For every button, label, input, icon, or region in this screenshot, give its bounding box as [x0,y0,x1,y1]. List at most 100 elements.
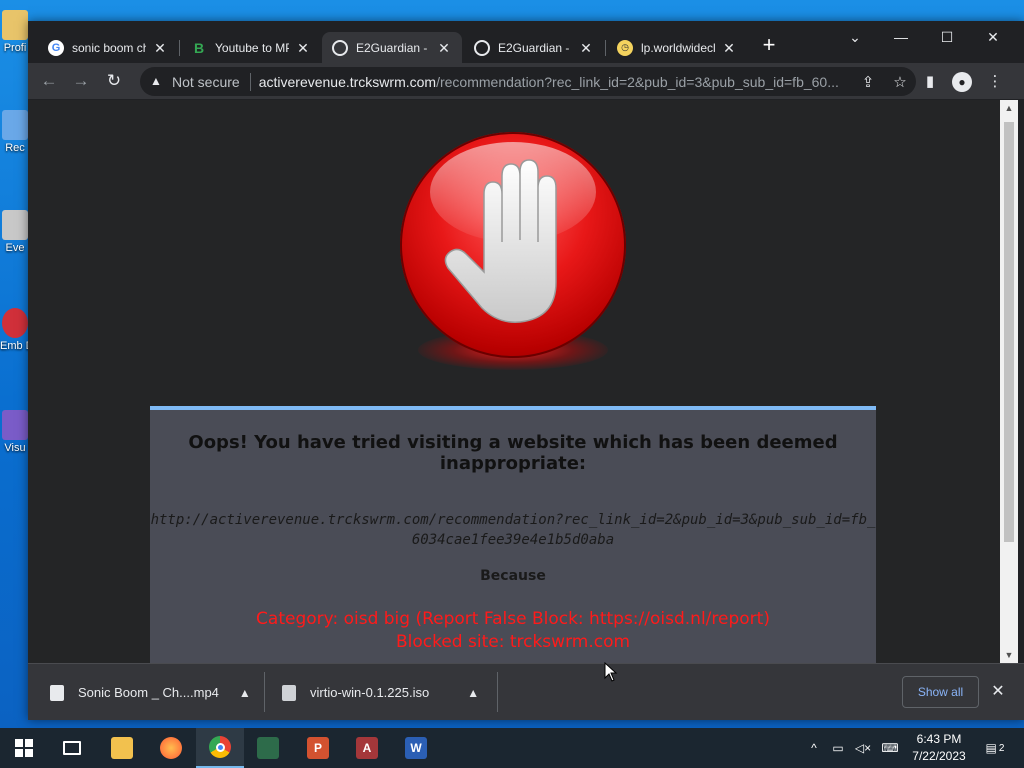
page-title: Oops! You have tried visiting a website … [188,432,838,474]
address-bar[interactable]: ▲ Not secure activerevenue.trckswrm.com … [140,67,916,96]
block-message-panel: Oops! You have tried visiting a website … [150,406,876,663]
google-icon: G [48,39,64,56]
because-heading: Because [480,568,546,584]
tab-e2guardian[interactable]: E2Guardian - A ✕ [464,32,604,63]
show-all-button[interactable]: Show all [902,676,979,708]
notification-count: 2 [998,742,1005,754]
desktop-icon-profile[interactable]: Profi [0,10,30,54]
back-button[interactable]: ← [36,69,62,93]
arrow-right-icon: → [72,71,90,90]
close-icon[interactable]: ✕ [295,40,311,56]
arrow-left-icon: ← [40,71,58,90]
word-icon: W [405,737,427,759]
block-reason: Category: oisd big (Report False Block: … [150,608,876,654]
close-window-button[interactable]: ✕ [974,25,1012,49]
close-icon[interactable]: ✕ [988,682,1008,702]
chrome-icon [209,736,231,758]
start-button[interactable] [0,728,48,768]
tab-e2guardian-active[interactable]: E2Guardian - A ✕ [322,32,462,63]
reload-button[interactable]: ↻ [101,69,127,93]
desktop-icon-label: Eve [5,242,25,254]
download-filename: virtio-win-0.1.225.iso [310,685,430,700]
download-item[interactable]: virtio-win-0.1.225.iso ▲ [282,664,479,721]
new-tab-button[interactable]: + [759,34,779,57]
close-icon[interactable]: ✕ [152,40,168,56]
download-separator [264,672,265,712]
desktop-icon-eve[interactable]: Eve [0,210,30,254]
reload-icon: ↻ [106,71,122,90]
download-item[interactable]: Sonic Boom _ Ch....mp4 ▲ [50,664,251,721]
volume-muted-icon[interactable]: ◁× [852,728,874,768]
menu-kebab-icon[interactable]: ⋮ [984,71,1006,93]
notification-icon: ▤ [985,741,997,755]
desktop-icon-label: Profi [3,42,27,54]
tab-strip: G sonic boom ch ✕ B Youtube to MP ✕ E2Gu… [28,21,1024,63]
firefox-icon [160,737,182,759]
tab-title: sonic boom ch [72,40,146,55]
stop-hand-icon [400,132,626,358]
system-clock[interactable]: 6:43 PM 7/22/2023 [902,731,976,765]
desktop-icon-label: Emb De [0,340,40,352]
show-hidden-icons-chevron-icon[interactable]: ^ [806,728,822,768]
block-category[interactable]: Category: oisd big (Report False Block: … [150,608,876,631]
tab-sonic-boom[interactable]: G sonic boom ch ✕ [38,32,178,63]
omnibox-divider [249,72,251,91]
page-viewport: Oops! You have tried visiting a website … [28,100,1000,663]
bookmark-star-icon[interactable]: ☆ [889,73,911,91]
task-view-button[interactable] [48,728,96,768]
tab-search-button[interactable]: ⌄ [836,25,874,49]
tab-separator [179,40,180,56]
video-file-icon [50,684,64,701]
desktop-icon-label: Rec [5,142,25,154]
tab-title: E2Guardian - A [498,40,572,55]
maximize-button[interactable]: ☐ [928,25,966,49]
taskbar-firefox[interactable] [147,728,195,768]
profile-avatar-icon[interactable]: ● [952,72,972,92]
desktop-icon-label: Visu [4,442,26,454]
desktop-icon-visu[interactable]: Visu [0,410,30,454]
chrome-window: G sonic boom ch ✕ B Youtube to MP ✕ E2Gu… [28,21,1024,720]
keyboard-icon[interactable]: ⌨ [878,728,902,768]
warning-triangle-icon: ▲ [150,73,162,88]
globe-icon [474,39,490,56]
tab-worldwideclock[interactable]: ◷ lp.worldwidecl ✕ [607,32,747,63]
taskbar-chrome[interactable] [196,728,244,768]
scroll-down-icon[interactable]: ▼ [1000,647,1018,663]
taskbar-powerpoint[interactable]: P [294,728,342,768]
desktop-icon-recycle[interactable]: Rec [0,110,30,154]
security-status[interactable]: Not secure [172,74,240,90]
vertical-scrollbar[interactable]: ▲ ▼ [1000,100,1018,663]
taskbar-file-explorer[interactable] [98,728,146,768]
mouse-cursor-icon [604,662,618,682]
taskbar-word[interactable]: W [392,728,440,768]
notification-center-button[interactable]: ▤ 2 [980,728,1010,768]
folder-icon [2,10,28,40]
close-icon[interactable]: ✕ [721,40,737,56]
side-panel-icon[interactable]: ▮ [919,71,941,93]
download-shelf: Sonic Boom _ Ch....mp4 ▲ virtio-win-0.1.… [28,663,1024,720]
network-icon[interactable]: ▭ [828,728,848,768]
scroll-thumb[interactable] [1004,122,1014,542]
disc-image-file-icon [282,684,296,701]
recycle-bin-icon [2,110,28,140]
desktop-icon-emb[interactable]: Emb De [0,308,40,352]
chevron-up-icon[interactable]: ▲ [467,686,479,700]
chevron-up-icon[interactable]: ▲ [239,686,251,700]
tab-title: Youtube to MP [215,40,289,55]
taskbar-app-green[interactable] [244,728,292,768]
minimize-button[interactable]: — [882,25,920,49]
share-icon[interactable]: ⇪ [857,73,879,91]
b-icon: B [193,39,205,56]
close-icon[interactable]: ✕ [578,40,594,56]
close-icon[interactable]: ✕ [436,40,452,56]
taskbar: P A W ^ ▭ ◁× ⌨ 6:43 PM 7/22/2023 ▤ 2 [0,728,1024,768]
scroll-up-icon[interactable]: ▲ [1000,100,1018,116]
forward-button[interactable]: → [68,69,94,93]
blocked-url: http://activerevenue.trckswrm.com/recomm… [150,512,876,548]
download-filename: Sonic Boom _ Ch....mp4 [78,685,219,700]
tab-separator [605,40,606,56]
taskbar-access[interactable]: A [343,728,391,768]
tab-youtube-mp3[interactable]: B Youtube to MP ✕ [181,32,321,63]
url-host: activerevenue.trckswrm.com [258,73,437,90]
shortcut-icon [2,210,28,240]
